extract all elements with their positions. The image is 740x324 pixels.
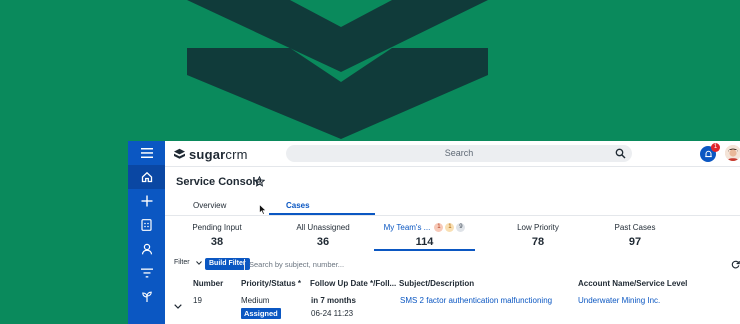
- chevron-down-icon[interactable]: [196, 261, 202, 265]
- case-priority[interactable]: Medium: [241, 296, 269, 305]
- column-header-number[interactable]: Number: [193, 279, 223, 288]
- page-title: Service Console: [176, 176, 262, 188]
- stat-value: 114: [415, 236, 434, 249]
- filter-bar: Filter Build Filter Search by subject, n…: [165, 255, 740, 273]
- stat-value: 97: [628, 236, 642, 248]
- case-subject-link[interactable]: SMS 2 factor authentication malfunctioni…: [400, 296, 552, 305]
- pill-low: 9: [456, 223, 466, 233]
- refresh-icon[interactable]: [731, 260, 740, 269]
- stat-label-row: My Team's ... 1 1 9: [374, 223, 475, 233]
- pill-high: 1: [434, 223, 444, 233]
- sugarcrm-logo[interactable]: sugarcrm: [173, 146, 248, 162]
- mouse-cursor-icon: [259, 204, 267, 215]
- column-header-priority[interactable]: Priority/Status *: [241, 279, 301, 288]
- priority-pills: 119: [434, 223, 466, 233]
- logo-wordmark: sugarcrm: [189, 146, 248, 162]
- global-search-input[interactable]: Search: [286, 145, 632, 162]
- sidebar-rail: [128, 141, 165, 324]
- stat-low-priority[interactable]: Low Priority 78: [486, 223, 590, 248]
- avatar-portrait: [725, 145, 740, 161]
- account-name-link[interactable]: Underwater Mining Inc.: [578, 296, 660, 305]
- plant-icon[interactable]: [128, 285, 165, 309]
- column-header-subject[interactable]: Subject/Description: [399, 279, 474, 288]
- stat-value: 38: [210, 236, 224, 248]
- stat-label: Low Priority: [517, 223, 559, 232]
- expand-row-chevron-icon[interactable]: [174, 304, 182, 309]
- menu-icon[interactable]: [128, 141, 165, 165]
- tab-overview[interactable]: Overview: [193, 201, 226, 210]
- follow-up-relative: in 7 months: [311, 296, 356, 305]
- main-content: Service Console Overview Cases Pending I…: [165, 167, 740, 324]
- stat-label: Past Cases: [614, 223, 656, 232]
- filter-dropdown[interactable]: Filter: [174, 259, 190, 266]
- column-header-follow-up[interactable]: Follow Up Date */Foll...: [310, 279, 396, 288]
- search-icon[interactable]: [615, 148, 626, 159]
- sugarcube-icon: [174, 148, 185, 159]
- stat-all-unassigned[interactable]: All Unassigned 36: [271, 223, 375, 248]
- app-window: sugarcrm Search 1 Service Console Overvi…: [128, 141, 740, 324]
- tabs-divider: [165, 215, 740, 216]
- notification-count-badge: 1: [711, 143, 720, 152]
- filter-search-input[interactable]: Search by subject, number...: [244, 259, 724, 270]
- notifications-button[interactable]: 1: [700, 143, 720, 162]
- pill-medium: 1: [445, 223, 455, 233]
- active-stat-indicator: [374, 249, 475, 251]
- search-placeholder: Search: [444, 148, 474, 158]
- stat-my-team[interactable]: My Team's ... 1 1 9 114: [374, 223, 475, 248]
- favorite-star-icon[interactable]: [254, 176, 265, 187]
- user-avatar[interactable]: [725, 145, 740, 161]
- stat-label: All Unassigned: [296, 223, 350, 232]
- user-icon[interactable]: [128, 237, 165, 261]
- home-icon[interactable]: [128, 165, 165, 189]
- build-filter-button[interactable]: Build Filter: [205, 258, 250, 270]
- bell-icon: [704, 150, 712, 157]
- stat-label: Pending Input: [192, 223, 242, 232]
- follow-up-date: 06-24 11:23: [311, 309, 354, 318]
- calculator-icon[interactable]: [128, 213, 165, 237]
- case-number: 19: [193, 296, 202, 305]
- stat-pending-input[interactable]: Pending Input 38: [165, 223, 269, 248]
- status-badge[interactable]: Assigned: [241, 308, 281, 319]
- stat-value: 36: [316, 236, 330, 248]
- stat-value: 78: [531, 236, 545, 248]
- plus-icon[interactable]: [128, 189, 165, 213]
- stat-past-cases[interactable]: Past Cases 97: [583, 223, 687, 248]
- tab-cases[interactable]: Cases: [286, 201, 310, 210]
- top-bar: sugarcrm Search 1: [165, 141, 740, 167]
- column-header-account[interactable]: Account Name/Service Level: [578, 279, 687, 288]
- filter-icon[interactable]: [128, 261, 165, 285]
- stat-label: My Team's ...: [383, 223, 431, 232]
